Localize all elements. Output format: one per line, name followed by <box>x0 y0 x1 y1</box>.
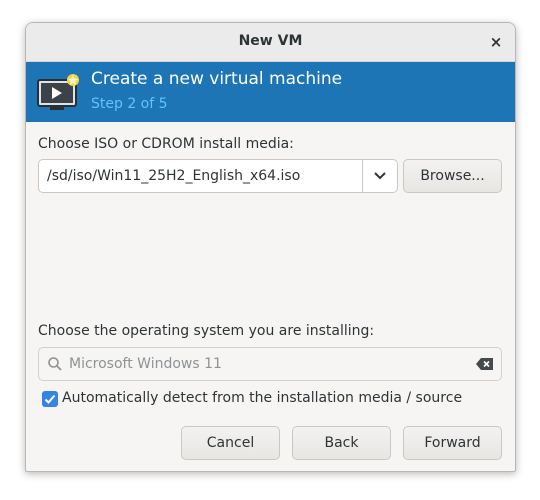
cancel-button-label: Cancel <box>206 435 255 451</box>
auto-detect-label[interactable]: Automatically detect from the installati… <box>62 390 462 406</box>
install-media-value[interactable]: /sd/iso/Win11_25H2_English_x64.iso <box>47 168 300 184</box>
back-button-label: Back <box>324 435 359 451</box>
wizard-title: Create a new virtual machine <box>91 69 343 89</box>
window-title: New VM <box>238 33 303 49</box>
browse-button-label: Browse... <box>420 168 485 184</box>
browse-button[interactable]: Browse... <box>403 159 502 193</box>
install-media-label: Choose ISO or CDROM install media: <box>38 136 294 152</box>
auto-detect-checkbox[interactable] <box>42 391 58 407</box>
os-search-field[interactable]: Microsoft Windows 11 <box>38 347 502 381</box>
wizard-header-banner: Create a new virtual machine Step 2 of 5 <box>26 62 515 122</box>
clear-text-icon[interactable] <box>476 358 493 370</box>
chevron-down-icon <box>374 172 386 180</box>
checkmark-icon <box>44 394 56 404</box>
vm-monitor-icon <box>37 74 79 110</box>
forward-button[interactable]: Forward <box>403 426 502 460</box>
os-search-placeholder: Microsoft Windows 11 <box>69 356 222 372</box>
new-vm-dialog: New VM × Create a new virtual machine St… <box>25 22 516 472</box>
os-label: Choose the operating system you are inst… <box>38 323 375 339</box>
close-button[interactable]: × <box>487 33 505 51</box>
wizard-step-indicator: Step 2 of 5 <box>91 96 168 112</box>
title-bar[interactable]: New VM × <box>26 23 515 62</box>
forward-button-label: Forward <box>424 435 481 451</box>
install-media-combo[interactable]: /sd/iso/Win11_25H2_English_x64.iso <box>38 159 398 193</box>
back-button[interactable]: Back <box>292 426 391 460</box>
combo-dropdown-button[interactable] <box>363 160 397 192</box>
close-icon: × <box>489 33 503 51</box>
search-icon <box>48 357 62 371</box>
cancel-button[interactable]: Cancel <box>181 426 280 460</box>
